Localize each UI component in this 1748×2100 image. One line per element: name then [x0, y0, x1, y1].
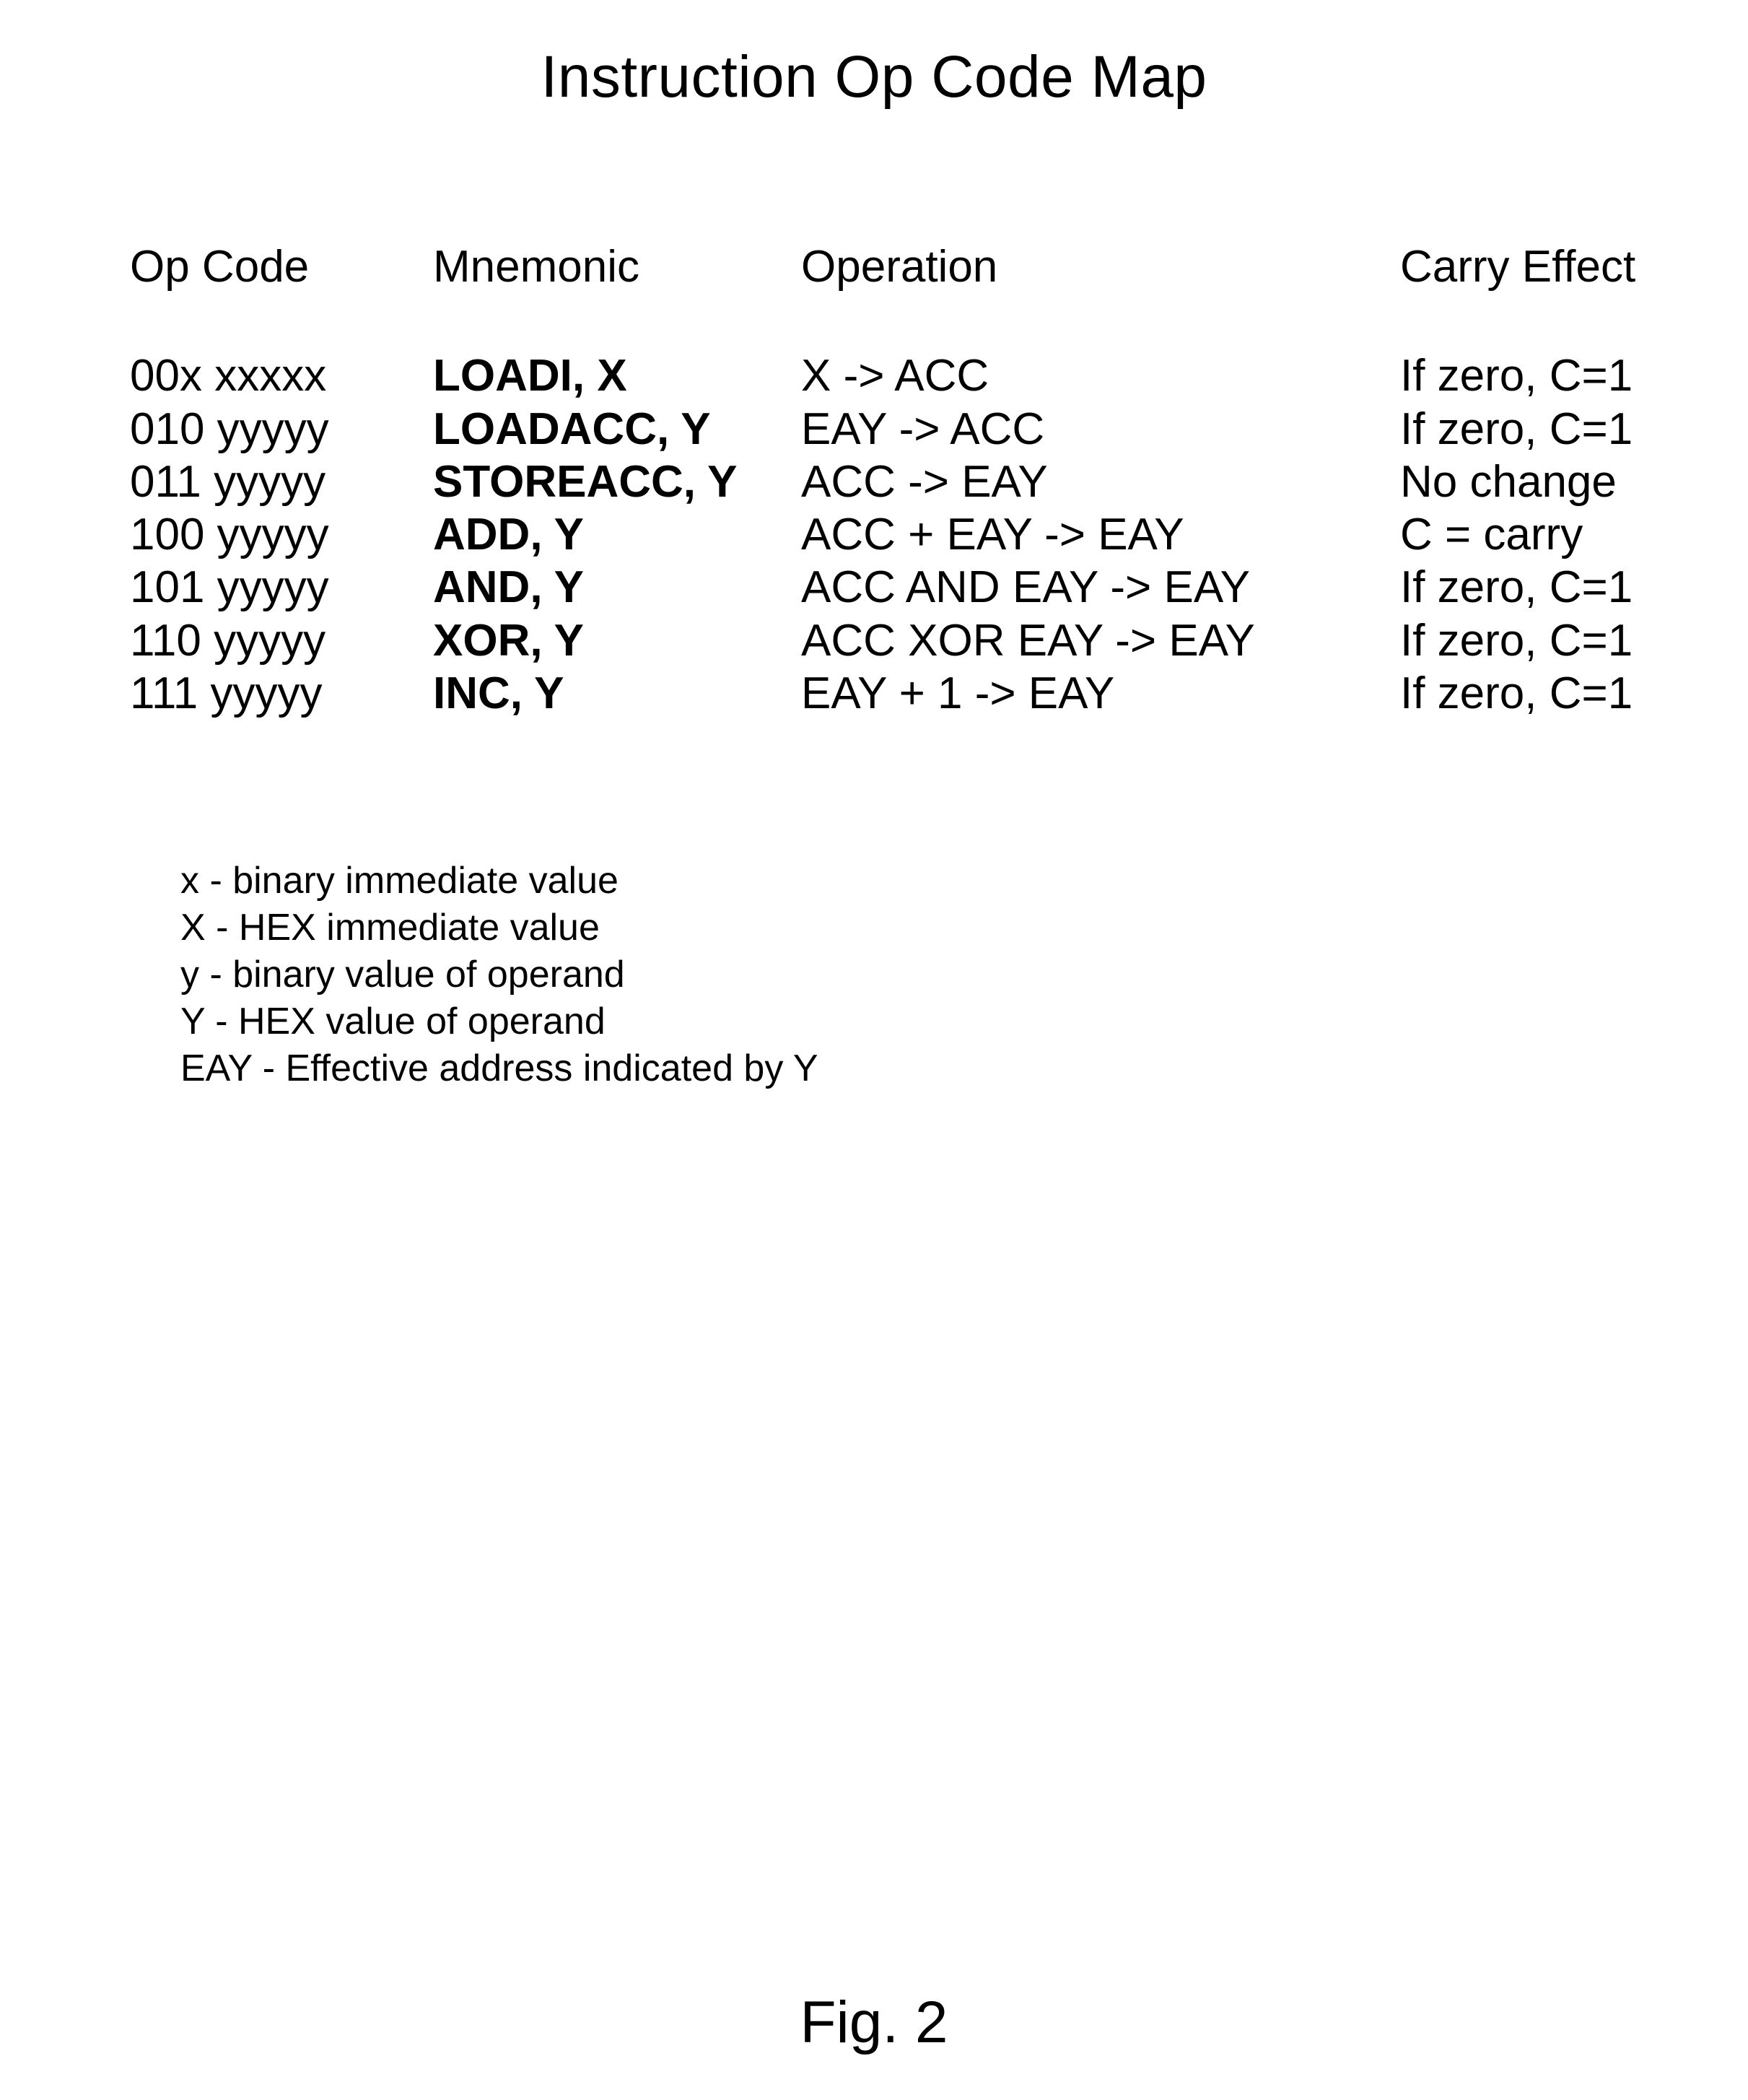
cell-operation: X -> ACC: [801, 350, 1400, 403]
cell-opcode: 100 yyyyy: [130, 509, 433, 562]
col-header-operation: Operation: [801, 241, 1400, 350]
cell-carry: If zero, C=1: [1400, 562, 1696, 614]
cell-operation: EAY -> ACC: [801, 404, 1400, 456]
cell-carry: If zero, C=1: [1400, 668, 1696, 720]
cell-carry: If zero, C=1: [1400, 350, 1696, 403]
col-header-opcode: Op Code: [130, 241, 433, 350]
cell-mnemonic: LOADI, X: [433, 350, 801, 403]
cell-opcode: 101 yyyyy: [130, 562, 433, 614]
cell-carry: If zero, C=1: [1400, 615, 1696, 668]
legend-line: x - binary immediate value: [180, 858, 1618, 905]
col-header-carry: Carry Effect: [1400, 241, 1696, 350]
cell-opcode: 00x xxxxx: [130, 350, 433, 403]
page-title: Instruction Op Code Map: [130, 43, 1618, 111]
cell-opcode: 110 yyyyy: [130, 615, 433, 668]
legend-line: EAY - Effective address indicated by Y: [180, 1045, 1618, 1092]
cell-carry: If zero, C=1: [1400, 404, 1696, 456]
cell-mnemonic: AND, Y: [433, 562, 801, 614]
cell-operation: ACC AND EAY -> EAY: [801, 562, 1400, 614]
figure-label: Fig. 2: [0, 1989, 1748, 2057]
page: Instruction Op Code Map Op Code Mnemonic…: [0, 0, 1748, 2100]
cell-operation: ACC XOR EAY -> EAY: [801, 615, 1400, 668]
cell-mnemonic: XOR, Y: [433, 615, 801, 668]
opcode-table: Op Code Mnemonic Operation Carry Effect …: [130, 241, 1618, 720]
cell-operation: ACC + EAY -> EAY: [801, 509, 1400, 562]
cell-opcode: 010 yyyyy: [130, 404, 433, 456]
legend-line: X - HEX immediate value: [180, 905, 1618, 951]
cell-carry: C = carry: [1400, 509, 1696, 562]
cell-operation: EAY + 1 -> EAY: [801, 668, 1400, 720]
cell-carry: No change: [1400, 456, 1696, 509]
legend: x - binary immediate value X - HEX immed…: [180, 858, 1618, 1092]
cell-mnemonic: INC, Y: [433, 668, 801, 720]
cell-mnemonic: STOREACC, Y: [433, 456, 801, 509]
legend-line: y - binary value of operand: [180, 951, 1618, 998]
legend-line: Y - HEX value of operand: [180, 998, 1618, 1045]
cell-operation: ACC -> EAY: [801, 456, 1400, 509]
cell-opcode: 111 yyyyy: [130, 668, 433, 720]
cell-mnemonic: ADD, Y: [433, 509, 801, 562]
col-header-mnemonic: Mnemonic: [433, 241, 801, 350]
cell-mnemonic: LOADACC, Y: [433, 404, 801, 456]
cell-opcode: 011 yyyyy: [130, 456, 433, 509]
